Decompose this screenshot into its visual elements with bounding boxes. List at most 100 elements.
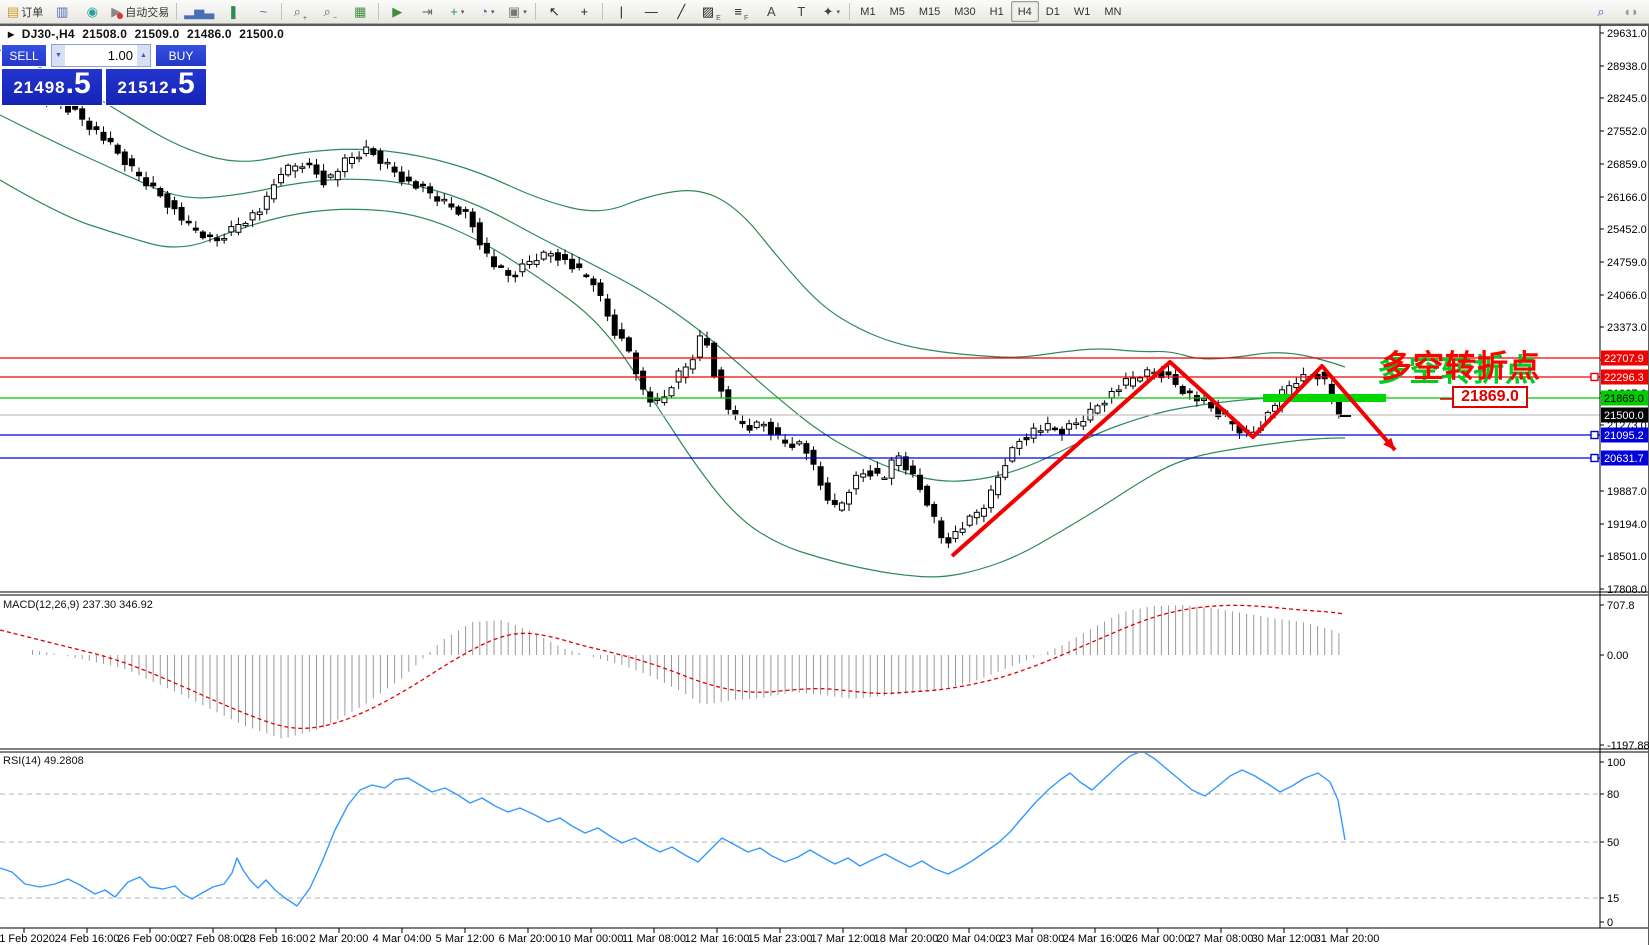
new-order-button[interactable]: ▤订单	[3, 1, 47, 23]
sell-button[interactable]: SELL	[1, 44, 47, 67]
price-tick-label: 29631.0	[1607, 28, 1647, 40]
cursor-icon: ↖	[549, 5, 560, 18]
price-tick-label: 17808.0	[1607, 584, 1647, 596]
buy-price-box[interactable]: 21512 .5	[105, 68, 207, 106]
line-anchor-marker	[1591, 432, 1598, 439]
trend-zigzag[interactable]	[952, 362, 1395, 556]
price-tick-label: 24066.0	[1607, 290, 1647, 302]
price-tick-label: 18501.0	[1607, 551, 1647, 563]
webcast-icon: ◉	[87, 5, 98, 18]
buy-button[interactable]: BUY	[155, 44, 207, 67]
toolbar-separator	[535, 3, 536, 20]
turning-point-annotation[interactable]: 多空转折点	[1381, 341, 1541, 386]
bollinger-middle-band	[0, 115, 1345, 481]
time-tick-label: 18 Mar 20:00	[874, 933, 939, 945]
time-tick-label: 15 Mar 23:00	[748, 933, 813, 945]
sell-price-box[interactable]: 21498 .5	[1, 68, 103, 106]
line-chart-icon[interactable]: ~	[248, 1, 278, 23]
zoom-out-icon-modifier: −	[333, 15, 337, 22]
timeframe-button-m1[interactable]: M1	[853, 1, 882, 22]
line-anchor-marker	[1591, 374, 1598, 381]
tile-windows-icon[interactable]: ▦	[345, 1, 375, 23]
market-watch-icon[interactable]: ▥	[47, 1, 77, 23]
macd-tick-label: 0.00	[1607, 650, 1628, 662]
timeframe-button-w1[interactable]: W1	[1067, 1, 1098, 22]
price-badge-label: 21500.0	[1604, 410, 1644, 422]
time-axis: 21 Feb 202024 Feb 16:0026 Feb 00:0027 Fe…	[0, 928, 1379, 945]
bar-chart-icon: ▂▅▃	[184, 5, 214, 18]
timeframe-button-h1[interactable]: H1	[983, 1, 1011, 22]
arrows-icon[interactable]: ✦▾	[816, 1, 846, 23]
support-highlight-bar[interactable]	[1263, 394, 1386, 402]
vertical-line-icon[interactable]: |	[606, 1, 636, 23]
chat-icon[interactable]: ◖◗	[1616, 1, 1646, 23]
time-tick-label: 24 Mar 16:00	[1063, 933, 1128, 945]
zoom-in-icon[interactable]: ⌕+	[285, 1, 315, 23]
chevron-down-icon: ▾	[491, 8, 495, 16]
line-anchor-marker	[1591, 455, 1598, 462]
level-callout-21869[interactable]: 21869.0	[1452, 386, 1528, 408]
time-tick-label: 27 Mar 08:00	[1189, 933, 1254, 945]
timeframe-button-mn[interactable]: MN	[1097, 1, 1128, 22]
ohlc-high: 21509.0	[135, 27, 180, 41]
zoom-in-icon-modifier: +	[303, 15, 307, 22]
timeframe-button-m15[interactable]: M15	[912, 1, 947, 22]
chart-shift-icon[interactable]: ⇥	[412, 1, 442, 23]
webcast-icon[interactable]: ◉	[77, 1, 107, 23]
rsi-indicator-label: RSI(14) 49.2808	[3, 755, 84, 767]
candlestick-chart-icon[interactable]: ❚	[218, 1, 248, 23]
autotrading-button[interactable]: ▶自动交易	[107, 1, 173, 23]
timeframe-button-m5[interactable]: M5	[883, 1, 912, 22]
timeframe-button-d1[interactable]: D1	[1039, 1, 1067, 22]
macd-indicator-label: MACD(12,26,9) 237.30 346.92	[3, 599, 153, 611]
timeframe-button-m30[interactable]: M30	[947, 1, 982, 22]
price-tick-label: 23373.0	[1607, 322, 1647, 334]
one-click-trading-panel: SELL ▼ ▲ BUY 21498 .5 21512 .5	[1, 44, 207, 106]
rsi-line	[0, 751, 1345, 906]
price-tick-label: 27552.0	[1607, 126, 1647, 138]
volume-increase-button[interactable]: ▲	[137, 45, 150, 66]
indicators-icon[interactable]: +▾	[442, 1, 472, 23]
search-icon[interactable]: ⌕	[1586, 1, 1616, 23]
horizontal-line-icon[interactable]: —	[636, 1, 666, 23]
candlesticks	[30, 85, 1341, 548]
time-tick-label: 28 Feb 16:00	[244, 933, 309, 945]
trendline-icon[interactable]: ╱	[666, 1, 696, 23]
new-order-button: ▤	[7, 5, 19, 18]
horizontal-line-icon: —	[645, 5, 658, 18]
auto-scroll-icon: ▶	[392, 5, 402, 18]
timeframe-button-h4[interactable]: H4	[1011, 1, 1039, 22]
macd-tick-label: 707.8	[1607, 600, 1635, 612]
autotrading-status-dot	[117, 13, 123, 19]
auto-scroll-icon[interactable]: ▶	[382, 1, 412, 23]
equidistant-channel-icon[interactable]: ▨E	[696, 1, 726, 23]
fibonacci-icon[interactable]: ≡F	[726, 1, 756, 23]
zoom-out-icon[interactable]: ⌕−	[315, 1, 345, 23]
time-tick-label: 24 Feb 16:00	[55, 933, 120, 945]
time-tick-label: 2 Mar 20:00	[310, 933, 369, 945]
arrows-icon: ✦	[823, 5, 834, 18]
chart-canvas[interactable]: 29631.028938.028245.027552.026859.026166…	[0, 24, 1649, 945]
toolbar-separator	[281, 3, 282, 20]
price-badge-label: 22296.3	[1604, 372, 1644, 384]
templates-icon: ▣	[508, 5, 520, 18]
fibonacci-icon-modifier: F	[744, 15, 748, 22]
bar-chart-icon[interactable]: ▂▅▃	[180, 1, 218, 23]
crosshair-icon[interactable]: +	[569, 1, 599, 23]
periods-icon[interactable]: ◔▾	[472, 1, 502, 23]
price-tick-label: 24759.0	[1607, 257, 1647, 269]
price-badge-label: 21869.0	[1604, 393, 1644, 405]
text-icon: A	[767, 5, 776, 18]
toolbar-separator	[378, 3, 379, 20]
volume-decrease-button[interactable]: ▼	[52, 45, 65, 66]
text-label-icon[interactable]: T	[786, 1, 816, 23]
candlestick-chart-icon: ❚	[228, 5, 239, 18]
volume-input[interactable]	[65, 45, 137, 66]
crosshair-icon: +	[581, 5, 589, 18]
text-icon[interactable]: A	[756, 1, 786, 23]
templates-icon[interactable]: ▣▾	[502, 1, 532, 23]
chevron-down-icon: ▾	[836, 8, 840, 16]
line-chart-icon: ~	[260, 5, 268, 18]
price-tick-label: 25452.0	[1607, 224, 1647, 236]
cursor-icon[interactable]: ↖	[539, 1, 569, 23]
